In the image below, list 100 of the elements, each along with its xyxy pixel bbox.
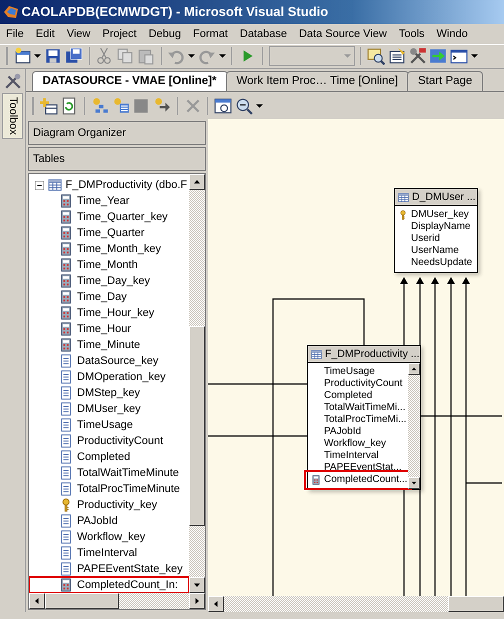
calculated-column-icon bbox=[59, 578, 73, 592]
tree-item[interactable]: DMStep_key bbox=[77, 385, 140, 402]
menu-item[interactable]: Data Source View bbox=[292, 24, 393, 44]
table-field: TotalWaitTimeMi... bbox=[324, 402, 406, 414]
window-icon[interactable] bbox=[450, 47, 468, 66]
scroll-left-icon[interactable] bbox=[212, 600, 220, 608]
horizontal-scrollbar[interactable] bbox=[208, 596, 504, 612]
add-table-icon[interactable] bbox=[40, 96, 58, 115]
calculated-column-icon bbox=[59, 258, 73, 272]
tree-item[interactable]: F_DMProductivity (dbo.F bbox=[66, 177, 188, 194]
scroll-thumb[interactable] bbox=[448, 596, 504, 612]
caret-icon[interactable] bbox=[470, 54, 478, 58]
scroll-down-icon[interactable] bbox=[193, 581, 201, 590]
tree-item[interactable]: DMOperation_key bbox=[77, 369, 166, 386]
save-all-icon[interactable] bbox=[64, 47, 83, 66]
caret-icon[interactable] bbox=[188, 54, 195, 58]
calculated-column-icon bbox=[59, 226, 73, 240]
tree-item[interactable]: Time_Month_key bbox=[77, 241, 161, 258]
table-field: Completed bbox=[324, 390, 372, 402]
table-icon bbox=[398, 192, 409, 203]
zoom-out-icon[interactable] bbox=[234, 96, 253, 115]
tree-item[interactable]: CompletedCount_In: bbox=[77, 577, 178, 594]
properties-icon[interactable] bbox=[388, 47, 406, 66]
tree-item[interactable]: Time_Quarter bbox=[77, 225, 144, 242]
caret-icon[interactable] bbox=[218, 54, 226, 58]
vertical-scrollbar[interactable] bbox=[408, 363, 420, 489]
tree-item[interactable]: TotalProcTimeMinute bbox=[77, 481, 180, 498]
collapse-icon[interactable] bbox=[34, 180, 44, 190]
tree-item[interactable]: Time_Hour bbox=[77, 321, 131, 338]
document-tab[interactable]: Start Page bbox=[406, 71, 484, 92]
tree-item[interactable]: PAPEEventState_key bbox=[77, 561, 183, 578]
save-icon[interactable] bbox=[44, 47, 62, 66]
tree-item[interactable]: Workflow_key bbox=[77, 529, 146, 546]
table-title: D_DMUser ... bbox=[412, 190, 476, 205]
tree-item[interactable]: Time_Minute bbox=[77, 337, 140, 354]
pane-header: Diagram Organizer bbox=[28, 121, 206, 146]
scroll-thumb[interactable] bbox=[45, 593, 119, 610]
scroll-right-icon[interactable] bbox=[193, 597, 201, 606]
menu-item[interactable]: Windo bbox=[430, 24, 474, 44]
column-icon bbox=[59, 450, 73, 464]
calculated-column-icon bbox=[59, 274, 73, 288]
tree-item[interactable]: DMUser_key bbox=[77, 401, 141, 418]
tree-item[interactable]: Time_Quarter_key bbox=[77, 209, 168, 226]
tree-item[interactable]: Productivity_key bbox=[77, 497, 158, 514]
add-diagram-icon[interactable] bbox=[112, 96, 130, 115]
tree-item[interactable]: Time_Month bbox=[77, 257, 138, 274]
calculated-column-icon bbox=[59, 194, 73, 208]
menu-item[interactable]: Format bbox=[187, 24, 234, 44]
menu-item[interactable]: Tools bbox=[392, 24, 431, 44]
scroll-down-icon[interactable] bbox=[411, 480, 417, 486]
scroll-left-icon[interactable] bbox=[33, 597, 41, 606]
menu-item[interactable]: View bbox=[60, 24, 96, 44]
tree-item[interactable]: Time_Hour_key bbox=[77, 305, 154, 322]
document-tab[interactable]: Work Item Proc… Time [Online] bbox=[226, 71, 409, 92]
scroll-thumb[interactable] bbox=[189, 326, 205, 526]
table-box[interactable]: F_DMProductivity ... TimeUsage ProductivityCount Completed TotalWaitTimeMi... TotalProcTimeMi... PAJobId Workflow_key TimeInterval PAPEEventStat... CompletedCount... bbox=[307, 345, 421, 490]
zoom-to-fit-icon[interactable] bbox=[214, 96, 232, 115]
document-tab[interactable]: DATASOURCE - VMAE [Online]* bbox=[32, 71, 228, 92]
horizontal-scrollbar[interactable] bbox=[29, 593, 205, 610]
caret-icon[interactable] bbox=[34, 54, 42, 58]
table-field: TimeInterval bbox=[324, 450, 379, 462]
calculated-column-icon bbox=[59, 306, 73, 320]
column-icon bbox=[59, 370, 73, 384]
tree-item[interactable]: Completed bbox=[77, 449, 130, 466]
tree-item[interactable]: Time_Day_key bbox=[77, 273, 150, 290]
column-icon bbox=[59, 418, 73, 432]
tree-item[interactable]: TimeInterval bbox=[77, 545, 138, 562]
new-project-icon[interactable] bbox=[14, 47, 32, 66]
tree-item[interactable]: TotalWaitTimeMinute bbox=[77, 465, 179, 482]
tree-item[interactable]: DataSource_key bbox=[77, 353, 158, 370]
table-field: UserName bbox=[411, 245, 459, 258]
tree-item[interactable]: PAJobId bbox=[77, 513, 118, 530]
tree-item[interactable]: ProductivityCount bbox=[77, 433, 164, 450]
table-field: TotalProcTimeMi... bbox=[324, 414, 406, 426]
find-icon[interactable] bbox=[367, 47, 385, 66]
scroll-up-icon[interactable] bbox=[411, 366, 417, 372]
menu-item[interactable]: Database bbox=[234, 24, 293, 44]
tree-item[interactable]: Time_Year bbox=[77, 193, 130, 210]
column-icon bbox=[59, 434, 73, 448]
menu-item[interactable]: Edit bbox=[30, 24, 61, 44]
menu-item[interactable]: File bbox=[0, 24, 30, 44]
menu-item[interactable]: Project bbox=[96, 24, 143, 44]
tree-item[interactable]: Time_Day bbox=[77, 289, 127, 306]
toolbox-icon[interactable] bbox=[4, 72, 22, 90]
scroll-up-icon[interactable] bbox=[193, 178, 201, 186]
tree-item[interactable]: TimeUsage bbox=[77, 417, 133, 434]
table-field: Workflow_key bbox=[324, 438, 386, 450]
column-icon bbox=[59, 530, 73, 544]
key-icon bbox=[398, 210, 408, 220]
calculated-column-icon bbox=[59, 242, 73, 256]
caret-icon[interactable] bbox=[256, 104, 262, 108]
menu-item[interactable]: Debug bbox=[142, 24, 188, 44]
column-icon bbox=[59, 514, 73, 528]
new-diagram-icon[interactable] bbox=[90, 96, 109, 115]
table-icon bbox=[311, 348, 322, 360]
tools-icon[interactable] bbox=[408, 47, 426, 66]
table-box[interactable]: D_DMUser ... DMUser_key DisplayName Userid UserName NeedsUpdate bbox=[394, 188, 478, 273]
vertical-scrollbar[interactable] bbox=[189, 174, 205, 594]
column-icon bbox=[59, 546, 73, 560]
toolbox-tab[interactable]: Toolbox bbox=[2, 92, 23, 139]
